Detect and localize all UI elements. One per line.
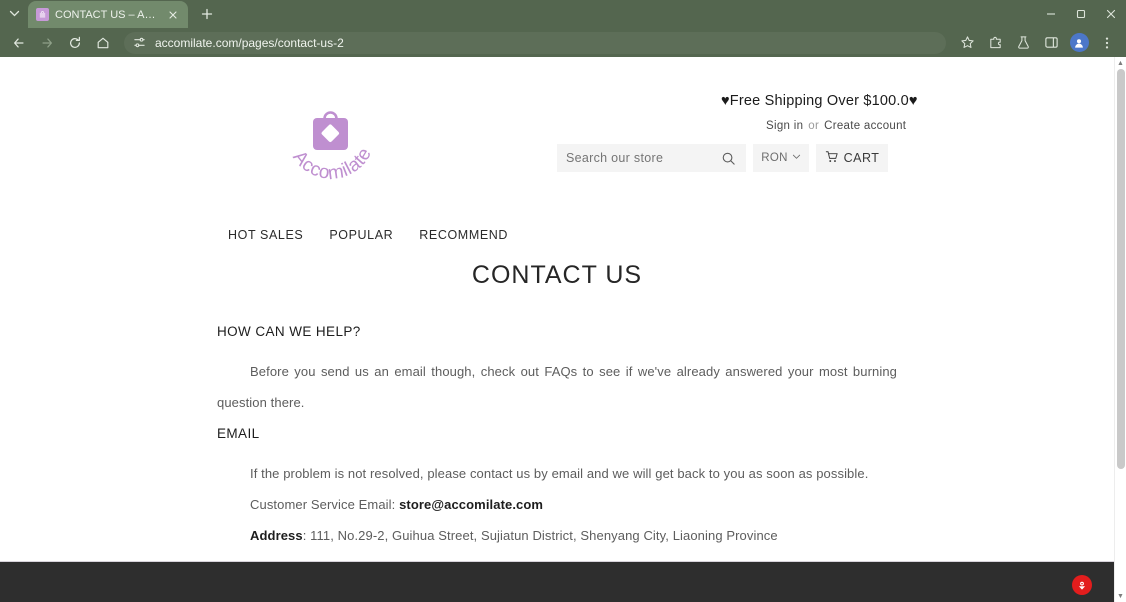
or-label: or [808,120,820,132]
reload-icon[interactable] [62,30,88,56]
minimize-button[interactable] [1036,0,1066,28]
service-email-label: Customer Service Email: [250,497,400,512]
maximize-button[interactable] [1066,0,1096,28]
chat-bubble-icon[interactable] [1072,575,1092,595]
section-heading-help: HOW CAN WE HELP? [217,324,361,339]
main-navigation: HOT SALES POPULAR RECOMMEND [228,228,508,242]
currency-selector[interactable]: RON [753,144,809,172]
address-line: Address: 111, No.29-2, Guihua Street, Su… [217,520,897,551]
chevron-down-icon [792,152,801,164]
store-header: Accomilate ♥Free Shipping Over $100.0♥ S… [0,57,1114,207]
title-bar: CONTACT US – Accomilate [0,0,1126,28]
tab-title: CONTACT US – Accomilate [55,8,160,21]
store-logo[interactable]: Accomilate [283,98,378,184]
url-text: accomilate.com/pages/contact-us-2 [155,35,344,50]
forward-icon[interactable] [34,30,60,56]
contact-body: HOW CAN WE HELP? Before you send us an e… [217,324,897,551]
page-scrollbar[interactable]: ▲ ▼ [1114,57,1126,602]
nav-item-popular[interactable]: POPULAR [329,228,393,242]
page-title: CONTACT US [471,261,643,289]
help-paragraph: Before you send us an email though, chec… [217,364,897,410]
search-input[interactable] [566,151,721,165]
nav-item-recommend[interactable]: RECOMMEND [419,228,508,242]
currency-value: RON [761,152,788,164]
flask-icon[interactable] [1010,30,1036,56]
puzzle-icon[interactable] [982,30,1008,56]
page-content: CONTACT US HOW CAN WE HELP? Before you s… [0,257,1114,551]
service-email-line: Customer Service Email: store@accomilate… [217,489,897,520]
browser-tab[interactable]: CONTACT US – Accomilate [28,1,188,28]
site-footer [0,561,1114,602]
service-email-value[interactable]: store@accomilate.com [399,497,543,512]
create-account-link[interactable]: Create account [824,120,906,132]
shopping-bag-icon [36,8,49,21]
close-icon[interactable] [166,8,180,22]
tab-search-icon[interactable] [0,0,28,27]
nav-item-hot-sales[interactable]: HOT SALES [228,228,303,242]
search-icon[interactable] [721,151,736,166]
profile-avatar[interactable] [1066,30,1092,56]
search-box[interactable] [557,144,746,172]
account-links: Sign in or Create account [766,120,906,132]
home-icon[interactable] [90,30,116,56]
scroll-up-arrow[interactable]: ▲ [1115,57,1126,69]
page-viewport: Accomilate ♥Free Shipping Over $100.0♥ S… [0,57,1126,602]
sign-in-link[interactable]: Sign in [766,120,803,132]
section-heading-email: EMAIL [217,426,260,441]
header-tools: RON CART [557,144,888,172]
close-window-button[interactable] [1096,0,1126,28]
cart-label: CART [843,151,880,165]
cart-button[interactable]: CART [816,144,888,172]
email-paragraph: If the problem is not resolved, please c… [250,466,869,481]
address-bar[interactable]: accomilate.com/pages/contact-us-2 [124,31,946,54]
new-tab-button[interactable] [194,1,220,27]
address-value: : 111, No.29-2, Guihua Street, Sujiatun … [302,528,778,543]
window-controls [1036,0,1126,28]
tune-icon[interactable] [132,35,147,50]
back-icon[interactable] [6,30,32,56]
browser-toolbar: accomilate.com/pages/contact-us-2 [0,28,1126,57]
scroll-down-arrow[interactable]: ▼ [1115,590,1126,602]
star-icon[interactable] [954,30,980,56]
side-panel-icon[interactable] [1038,30,1064,56]
three-dot-menu[interactable] [1094,30,1120,56]
browser-window: CONTACT US – Accomilate [0,0,1126,602]
store-page: Accomilate ♥Free Shipping Over $100.0♥ S… [0,57,1114,602]
address-label: Address [250,528,303,543]
scrollbar-thumb[interactable] [1117,69,1125,469]
cart-icon [825,150,839,167]
promo-banner: ♥Free Shipping Over $100.0♥ [721,93,918,109]
